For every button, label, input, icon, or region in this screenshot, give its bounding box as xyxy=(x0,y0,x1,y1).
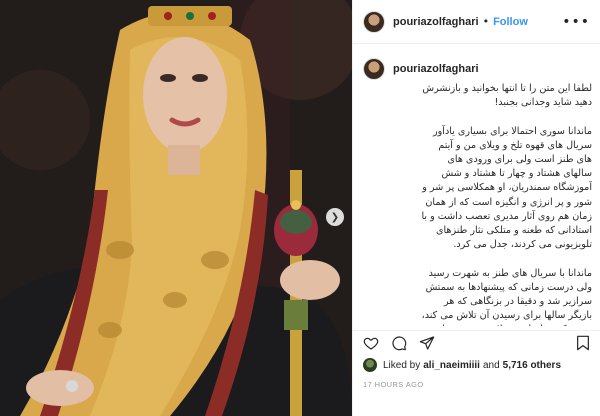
post-username[interactable]: pouriazolfaghari xyxy=(393,16,479,28)
more-options-icon[interactable]: ••• xyxy=(562,14,590,30)
caption-avatar[interactable] xyxy=(363,58,385,80)
action-bar xyxy=(353,330,600,354)
comment-icon[interactable] xyxy=(391,335,407,351)
liker-avatar[interactable] xyxy=(363,358,377,372)
post-timestamp[interactable]: 17 HOURS AGO xyxy=(363,380,424,389)
next-photo-button[interactable]: ❯ xyxy=(326,208,344,226)
heart-icon[interactable] xyxy=(363,335,379,351)
caption-username[interactable]: pouriazolfaghari xyxy=(393,63,479,75)
caption-text: لطفا این متن را تا انتها بخوانید و بازنش… xyxy=(421,83,592,326)
post-details-panel: pouriazolfaghari • Follow ••• pouriazolf… xyxy=(352,0,600,416)
post-photo-illustration xyxy=(0,0,352,416)
likes-prefix: Liked by xyxy=(383,359,421,371)
post-photo[interactable]: ❯ xyxy=(0,0,352,416)
avatar[interactable] xyxy=(363,10,385,33)
likes-others-link[interactable]: 5,716 others xyxy=(503,360,561,371)
bookmark-icon[interactable] xyxy=(576,335,590,351)
post-header: pouriazolfaghari • Follow ••• xyxy=(353,0,600,44)
liker-username[interactable]: ali_naeimiiii xyxy=(423,360,480,371)
likes-middle: and xyxy=(482,359,500,371)
follow-button[interactable]: Follow xyxy=(493,16,528,28)
chevron-right-icon: ❯ xyxy=(330,211,340,223)
separator-dot: • xyxy=(482,15,490,28)
post-caption: pouriazolfaghari لطفا این متن را تا انته… xyxy=(363,58,592,326)
likes-line: Liked by ali_naeimiiii and 5,716 others xyxy=(363,358,592,372)
caption-header: pouriazolfaghari xyxy=(363,58,592,80)
share-icon[interactable] xyxy=(419,335,435,351)
